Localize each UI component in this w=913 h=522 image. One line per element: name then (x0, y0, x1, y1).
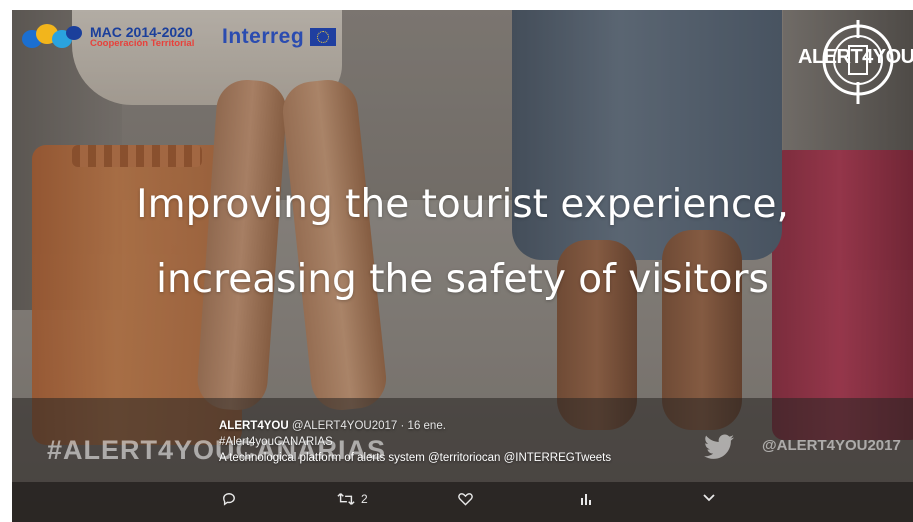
alert4you-logo: ALERT4YOU (798, 16, 913, 106)
alert4you-wordmark: ALERT4YOU (798, 46, 913, 68)
reply-icon (223, 493, 235, 506)
tweet-caption: ALERT4YOU @ALERT4YOU2017 · 16 ene. #Aler… (219, 418, 611, 466)
mac-logo: MAC 2014-2020 Cooperación Territorial (22, 24, 194, 50)
retweet-icon (337, 493, 355, 505)
chevron-down-icon (703, 494, 715, 502)
retweet-count: 2 (361, 492, 368, 506)
reply-button[interactable] (222, 492, 236, 506)
bar-chart-icon (581, 494, 591, 505)
twitter-bird-icon (704, 434, 734, 465)
analytics-button[interactable] (580, 492, 592, 505)
mac-logo-mark (22, 24, 84, 50)
eu-flag-icon (310, 28, 337, 46)
headline-line-2: increasing the safety of visitors (156, 257, 769, 302)
handle-watermark: @ALERT4YOU2017 (762, 437, 901, 454)
tweet-media-card[interactable]: MAC 2014-2020 Cooperación Territorial In… (12, 10, 913, 522)
heart-icon (458, 493, 473, 506)
tweet-date[interactable]: 16 ene. (408, 420, 446, 432)
tweet-text: A technological platform of alerts syste… (219, 452, 612, 464)
interreg-wordmark: Interreg (222, 25, 305, 48)
tweet-hashtag-link[interactable]: #Alert4youCANARIAS (219, 434, 611, 450)
tweet-author-handle[interactable]: @ALERT4YOU2017 (292, 420, 397, 432)
interreg-logo: Interreg (222, 25, 337, 48)
like-button[interactable] (458, 492, 473, 506)
tweet-author-name[interactable]: ALERT4YOU (219, 420, 289, 432)
headline-line-1: Improving the tourist experience, (136, 182, 789, 227)
more-options-button[interactable] (702, 492, 716, 504)
tweet-separator: · (400, 420, 405, 432)
mac-logo-subtitle: Cooperación Territorial (90, 38, 195, 49)
tweet-action-bar: 2 (12, 482, 913, 522)
retweet-button[interactable]: 2 (337, 492, 368, 506)
mac-logo-title: MAC 2014-2020 (90, 24, 193, 40)
